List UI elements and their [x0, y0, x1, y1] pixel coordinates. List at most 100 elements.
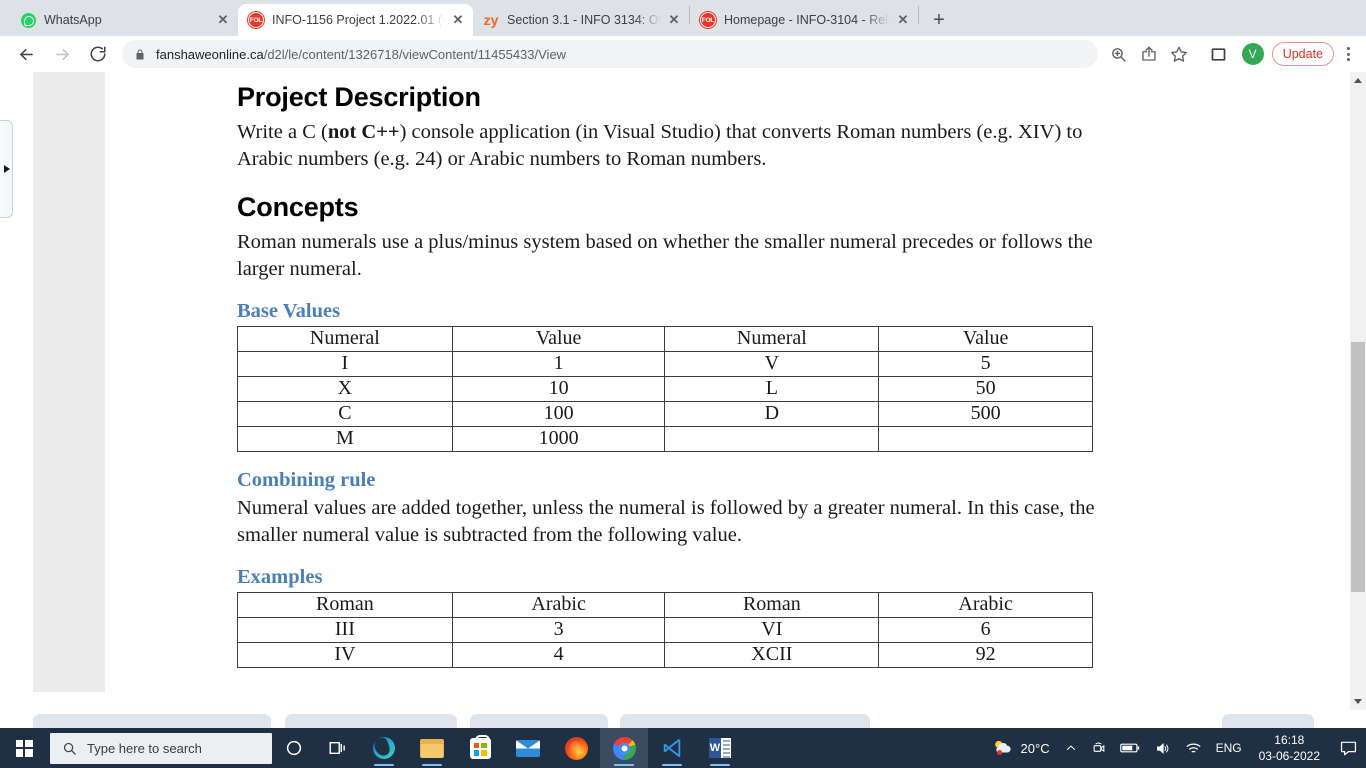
concepts-paragraph: Roman numerals use a plus/minus system b…	[237, 231, 1093, 281]
back-arrow-icon[interactable]	[12, 40, 40, 68]
sidepanel-icon[interactable]	[1206, 41, 1232, 67]
task-view-icon[interactable]	[316, 728, 360, 768]
column-header: Numeral	[237, 326, 453, 353]
weather-widget[interactable]: 20°C	[984, 738, 1058, 759]
taskbar-app-google-chrome[interactable]	[600, 728, 648, 768]
taskbar-app-microsoft-edge[interactable]	[360, 728, 408, 768]
taskbar-app-mail[interactable]	[504, 728, 552, 768]
url-host: fanshaweonline.ca	[156, 46, 264, 62]
column-header: Roman	[237, 592, 453, 619]
star-icon[interactable]	[1166, 41, 1192, 67]
close-tab-icon[interactable]: ✕	[449, 11, 467, 29]
new-tab-button[interactable]: +	[925, 6, 953, 34]
address-bar[interactable]: fanshaweonline.ca/d2l/le/content/1326718…	[122, 40, 1098, 68]
table-cell: 10	[451, 376, 666, 403]
sidebar-expand-handle[interactable]	[0, 120, 13, 218]
table-cell: 6	[878, 617, 1093, 644]
wifi-icon[interactable]	[1178, 728, 1209, 768]
browser-scrollbar[interactable]	[1350, 72, 1366, 710]
system-tray: 20°C ENG 16:18 03-06-2022	[984, 728, 1366, 768]
tab-title: WhatsApp	[44, 13, 102, 27]
close-tab-icon[interactable]: ✕	[665, 11, 683, 29]
examples-table: Roman Arabic Roman Arabic III 3 VI 6 IV …	[237, 592, 1093, 669]
table-cell: 3	[451, 617, 666, 644]
lock-icon	[134, 48, 146, 61]
tab-strip: WhatsApp ✕ FOL INFO-1156 Project 1.2022.…	[0, 0, 1366, 36]
scrollbar-thumb[interactable]	[1351, 342, 1365, 592]
page-title-concepts: Concepts	[237, 192, 359, 223]
taskbar-app-microsoft-store[interactable]	[456, 728, 504, 768]
tab-divider	[918, 5, 919, 24]
taskbar-app-file-explorer[interactable]	[408, 728, 456, 768]
table-row: III 3 VI 6	[237, 617, 1093, 644]
table-cell: V	[664, 351, 880, 378]
kebab-menu-icon[interactable]	[1336, 40, 1360, 68]
base-values-table: Numeral Value Numeral Value I 1 V 5 X 10…	[237, 326, 1093, 453]
tab-title: INFO-1156 Project 1.2022.01 (v1.	[272, 13, 445, 27]
zoom-search-icon[interactable]	[1106, 41, 1132, 67]
speaker-icon[interactable]	[1147, 728, 1178, 768]
subheading-examples: Examples	[237, 566, 323, 589]
forward-arrow-icon[interactable]	[48, 40, 76, 68]
browser-tab-whatsapp[interactable]: WhatsApp ✕	[10, 4, 238, 36]
show-hidden-icons-chevron[interactable]	[1058, 728, 1084, 768]
camera-icon[interactable]	[1084, 728, 1113, 768]
language-indicator[interactable]: ENG	[1209, 728, 1249, 768]
table-cell: I	[237, 351, 453, 378]
share-icon[interactable]	[1136, 41, 1162, 67]
whatsapp-icon	[20, 12, 36, 28]
browser-tab-info3104-homepage[interactable]: FOL Homepage - INFO-3104 - Relatio ✕	[690, 4, 918, 36]
browser-toolbar: fanshaweonline.ca/d2l/le/content/1326718…	[0, 36, 1366, 72]
table-row: X 10 L 50	[237, 376, 1093, 403]
text-run-bold: not C++	[327, 121, 400, 143]
close-tab-icon[interactable]: ✕	[214, 11, 232, 29]
reload-icon[interactable]	[84, 40, 112, 68]
search-input[interactable]: Type here to search	[50, 732, 272, 764]
column-header: Arabic	[451, 592, 666, 619]
profile-avatar[interactable]: V	[1241, 43, 1264, 65]
table-cell: 4	[451, 642, 666, 669]
browser-tab-zybooks-section31[interactable]: zy Section 3.1 - INFO 3134: Object O ✕	[473, 4, 689, 36]
table-cell: IV	[237, 642, 453, 669]
cortana-circle-icon[interactable]	[272, 728, 316, 768]
taskbar-app-microsoft-word[interactable]: W	[696, 728, 744, 768]
table-cell: X	[237, 376, 453, 403]
table-cell: 5	[878, 351, 1093, 378]
page-left-rail	[33, 72, 105, 692]
table-cell: 1	[451, 351, 666, 378]
fol-icon: FOL	[700, 12, 716, 28]
table-cell: VI	[664, 617, 880, 644]
table-cell: 50	[878, 376, 1093, 403]
taskbar-clock[interactable]: 16:18 03-06-2022	[1249, 728, 1330, 768]
document-page: Project Description Write a C (not C++) …	[105, 76, 1230, 692]
column-header: Numeral	[664, 326, 880, 353]
page-title-project-description: Project Description	[237, 82, 481, 112]
url-path: /d2l/le/content/1326718/viewContent/1145…	[263, 46, 567, 62]
search-placeholder: Type here to search	[87, 740, 202, 756]
document-content: Project Description Write a C (not C++) …	[237, 82, 1097, 669]
table-cell: 500	[878, 401, 1093, 428]
close-tab-icon[interactable]: ✕	[894, 11, 912, 29]
combining-rule-paragraph: Numeral values are added together, unles…	[237, 497, 1095, 547]
table-cell: III	[237, 617, 453, 644]
browser-tab-info1156-project[interactable]: FOL INFO-1156 Project 1.2022.01 (v1. ✕	[238, 4, 473, 36]
project-description-paragraph: Write a C (not C++) console application …	[237, 119, 1097, 173]
windows-start-icon[interactable]	[0, 728, 48, 768]
scroll-up-arrow-icon[interactable]	[1350, 72, 1366, 89]
scroll-down-arrow-icon[interactable]	[1350, 693, 1366, 710]
text-run: Write a C (	[237, 121, 328, 143]
update-button[interactable]: Update	[1271, 42, 1334, 66]
table-cell: C	[237, 401, 453, 428]
column-header: Arabic	[878, 592, 1093, 619]
battery-icon[interactable]	[1113, 728, 1147, 768]
table-cell	[878, 426, 1093, 453]
column-header: Value	[878, 326, 1093, 353]
taskbar-app-firefox[interactable]	[552, 728, 600, 768]
magnifier-icon	[62, 741, 77, 756]
table-header-row: Numeral Value Numeral Value	[237, 326, 1093, 353]
clock-time: 16:18	[1274, 732, 1305, 747]
taskbar-app-visual-studio-code[interactable]	[648, 728, 696, 768]
action-center-icon[interactable]	[1330, 728, 1366, 768]
tab-title: Homepage - INFO-3104 - Relatio	[724, 13, 890, 27]
table-cell: 92	[878, 642, 1093, 669]
